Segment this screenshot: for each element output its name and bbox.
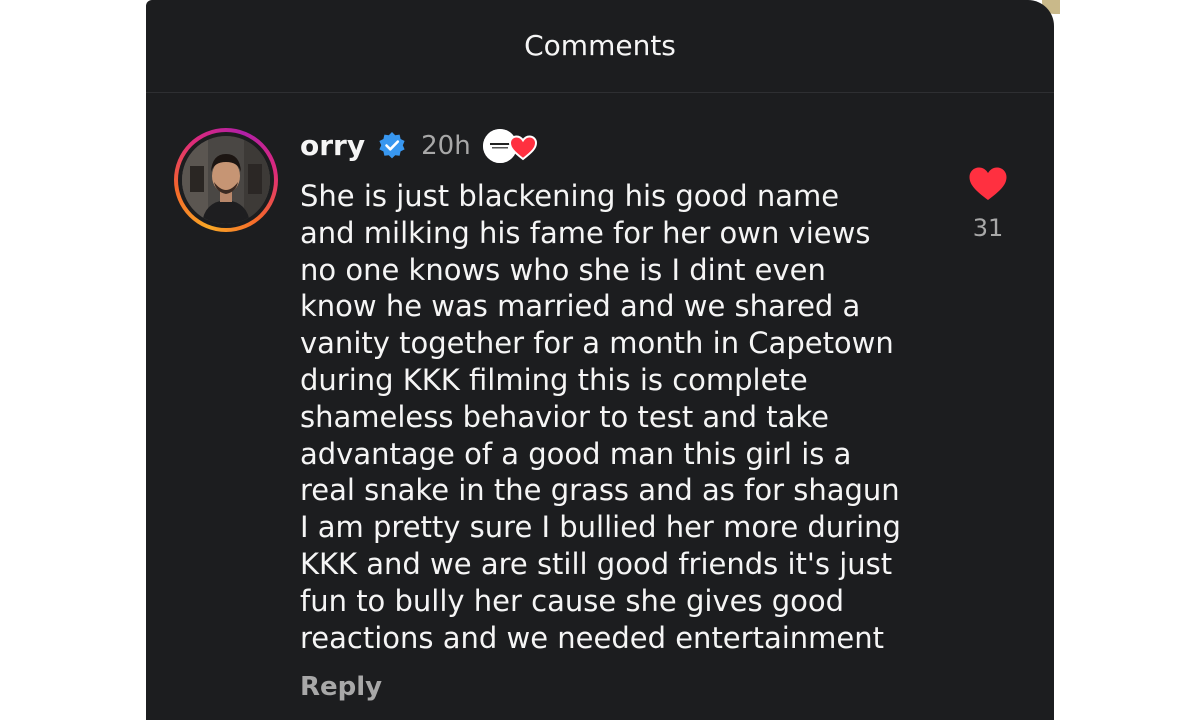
avatar-ring-gap (178, 132, 274, 228)
avatar-story-ring[interactable] (174, 128, 278, 232)
comment-line: and milking his fame for her own views (300, 215, 871, 250)
screenshot-page: Comments orry 20h She is just blackening… (0, 0, 1200, 720)
comment-line: fun to bully her cause she gives good (300, 583, 845, 618)
comment-timestamp: 20h (421, 131, 471, 161)
avatar-photo (182, 136, 270, 224)
comment-line: KKK and we are still good friends it's j… (300, 546, 893, 581)
comment-username[interactable]: orry (300, 129, 365, 163)
creator-liked-heart-icon (508, 135, 537, 161)
creator-liked-badge (482, 127, 537, 165)
comment-meta-row: orry 20h (300, 126, 537, 166)
heart-filled-icon[interactable] (968, 166, 1008, 202)
comment-line: during KKK filming this is complete (300, 362, 808, 397)
comment-line: advantage of a good man this girl is a (300, 436, 852, 471)
avatar[interactable] (182, 136, 270, 224)
verified-badge-icon (379, 132, 405, 159)
comment-line: She is just blackening his good name (300, 179, 840, 213)
comment-body: She is just blackening his good name and… (300, 178, 940, 656)
comment-line: real snake in the grass and as for shagu… (300, 473, 900, 508)
like-count: 31 (972, 214, 1004, 242)
comment-line: vanity together for a month in Capetown (300, 326, 894, 361)
comment-line: no one knows who she is I dint even (300, 252, 826, 287)
comment-line: shameless behavior to test and take (300, 399, 829, 434)
comment-line: know he was married and we shared a (300, 289, 861, 324)
comment-line: reactions and we needed entertainment (300, 620, 884, 655)
comments-title: Comments (524, 29, 676, 62)
comment-line: I am pretty sure I bullied her more duri… (300, 510, 901, 545)
comments-sheet: Comments orry 20h She is just blackening… (146, 0, 1054, 720)
reply-button[interactable]: Reply (300, 670, 382, 704)
comments-header: Comments (146, 0, 1054, 93)
